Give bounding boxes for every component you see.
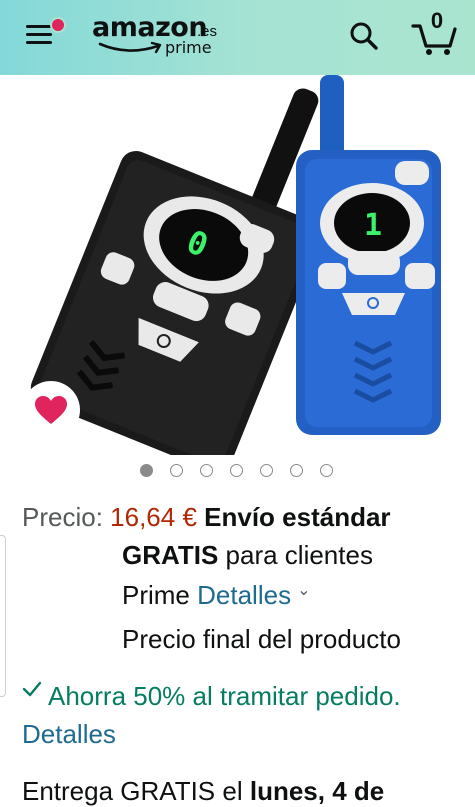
- savings-text: Ahorra 50% al tramitar pedido.: [48, 681, 401, 711]
- shipping-free-label: Envío estándar: [204, 502, 391, 532]
- top-nav-bar: amazon .es prime 0: [0, 0, 475, 75]
- savings-details-link[interactable]: Detalles: [22, 719, 116, 749]
- chevron-down-icon[interactable]: ⌄: [297, 572, 310, 610]
- price-value: 16,64 €: [110, 502, 197, 532]
- shipping-text: para clientes: [225, 540, 373, 570]
- amazon-prime-logo[interactable]: amazon .es prime: [92, 12, 222, 64]
- notification-dot: [50, 17, 66, 33]
- carousel-dot-4[interactable]: [230, 464, 243, 477]
- wishlist-button[interactable]: [22, 381, 80, 439]
- delivery-text: Entrega GRATIS el: [22, 776, 243, 806]
- svg-text:1: 1: [364, 208, 382, 243]
- carousel-dot-3[interactable]: [200, 464, 213, 477]
- search-icon[interactable]: [348, 20, 380, 52]
- price-label: Precio:: [22, 502, 103, 532]
- carousel-dot-6[interactable]: [290, 464, 303, 477]
- logo-prime: prime: [165, 38, 212, 57]
- delivery-date: lunes, 4 de: [249, 776, 385, 806]
- shipping-details-link[interactable]: Detalles: [197, 580, 291, 610]
- delivery-message: Entrega GRATIS el lunes, 4 de: [22, 776, 384, 807]
- carousel-dot-1[interactable]: [140, 464, 153, 477]
- check-icon: [22, 681, 42, 697]
- savings-message: Ahorra 50% al tramitar pedido. Detalles: [22, 677, 462, 753]
- side-drawer-tab[interactable]: [0, 535, 6, 697]
- heart-icon: [35, 396, 67, 424]
- shipping-free-bold: GRATIS: [122, 540, 219, 570]
- blue-walkie-talkie: 1: [296, 75, 441, 435]
- carousel-dot-5[interactable]: [260, 464, 273, 477]
- final-price-note: Precio final del producto: [122, 624, 401, 654]
- shipping-text-prime: Prime: [122, 580, 190, 610]
- carousel-dot-2[interactable]: [170, 464, 183, 477]
- cart-count: 0: [430, 8, 444, 33]
- smile-arrow-icon: [98, 41, 162, 54]
- carousel-dot-7[interactable]: [320, 464, 333, 477]
